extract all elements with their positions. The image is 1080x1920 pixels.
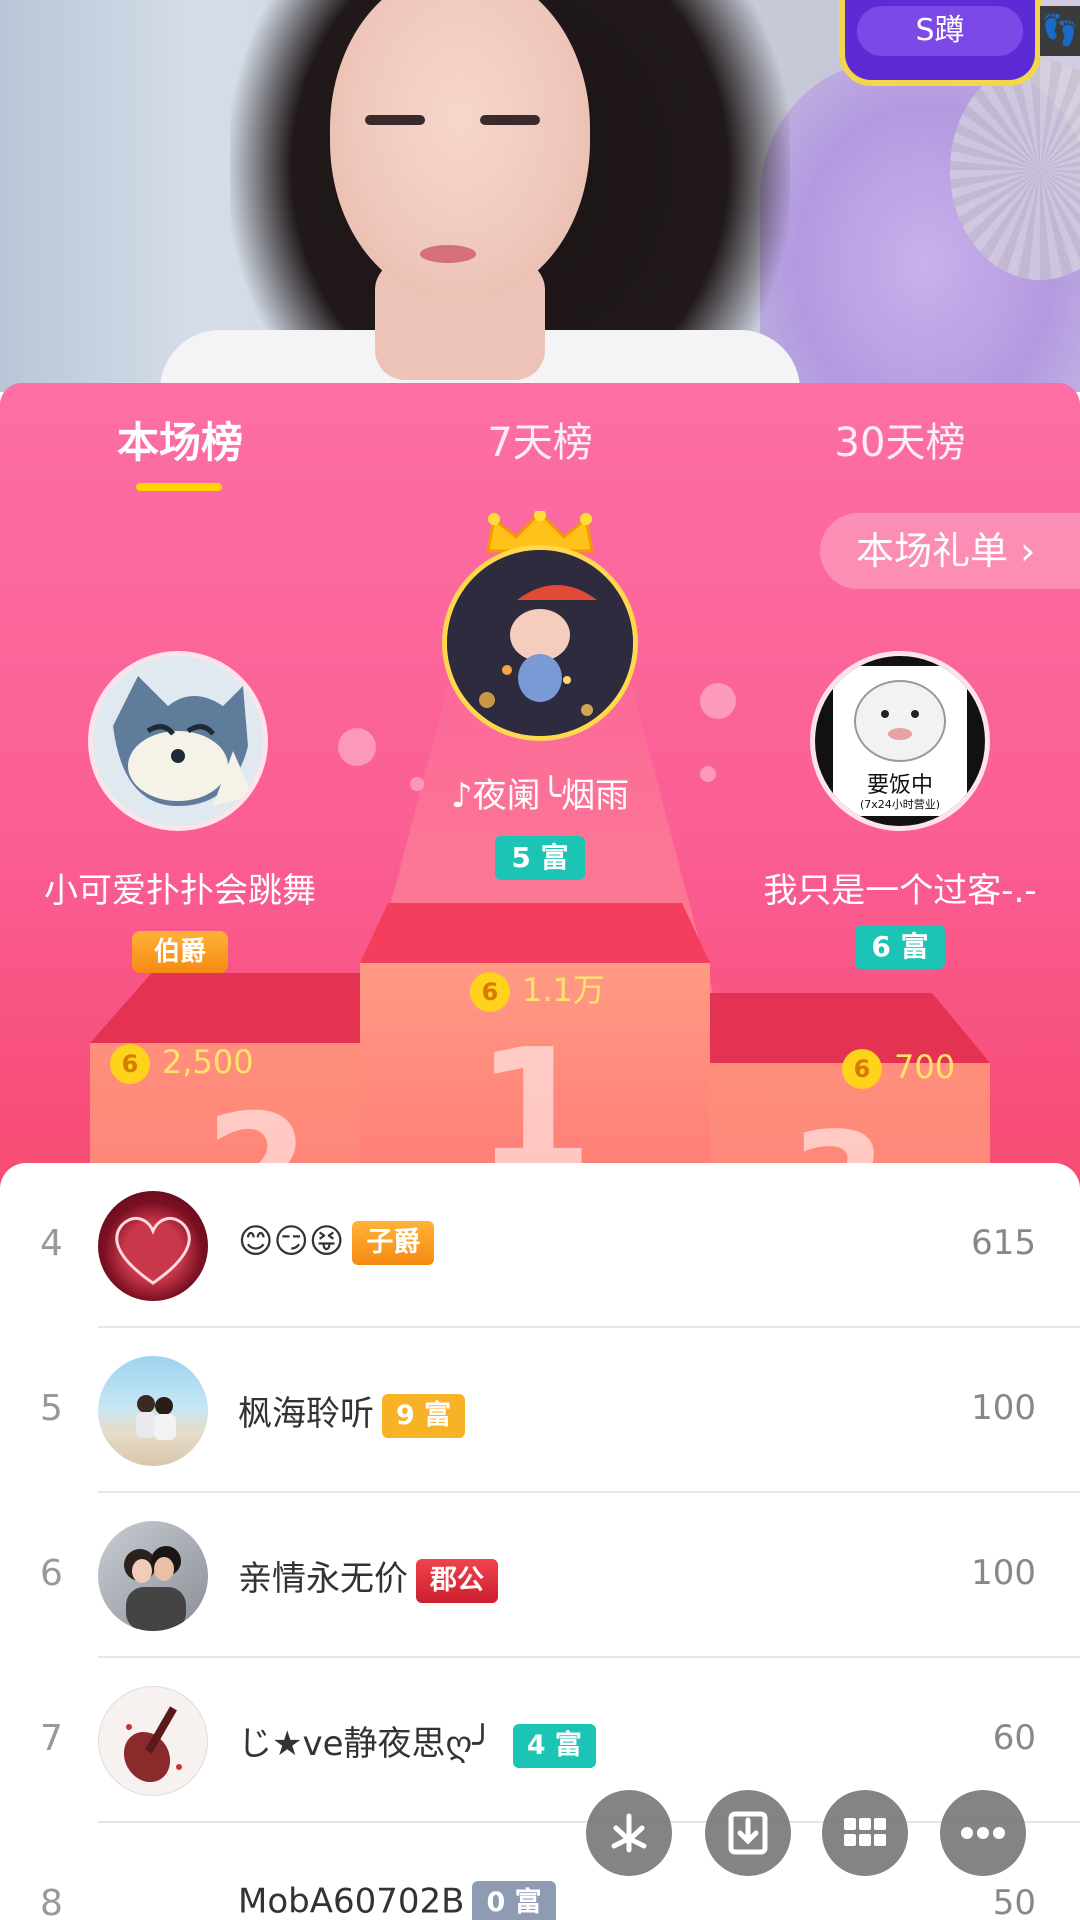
rank-number: 4	[40, 1223, 63, 1264]
contribution-value: 100	[971, 1388, 1036, 1428]
rank-number: 5	[40, 1388, 63, 1429]
user-name-text: 亲情永无价	[238, 1559, 408, 1599]
contribution-value: 60	[992, 1718, 1036, 1758]
podium-second-top	[90, 973, 370, 1043]
coin-icon: 6	[110, 1044, 150, 1084]
user-name: MobA60702B 0 富	[238, 1881, 556, 1920]
tab-7-days[interactable]: 7天榜	[440, 413, 640, 473]
user-name-text: 😊😏😝	[238, 1221, 345, 1262]
list-item[interactable]: 4 😊😏😝 子爵 615	[0, 1163, 1080, 1328]
avatar[interactable]	[98, 1191, 208, 1301]
pipa-instrument-image	[123, 1706, 182, 1783]
ranking-list[interactable]: 4 😊😏😝 子爵 615 5 枫海聆听 9 富 100 6 亲情永无价 郡公 1…	[0, 1163, 1080, 1920]
second-place-name: 小可爱扑扑会跳舞	[44, 871, 316, 911]
avatar[interactable]	[98, 1356, 208, 1466]
eye	[480, 115, 540, 125]
list-item[interactable]: 7 じ★ve静夜思ღ╯ 4 富 60	[0, 1658, 1080, 1823]
download-icon	[728, 1811, 768, 1855]
user-name: 枫海聆听 9 富	[238, 1386, 466, 1438]
wealth-badge: 4 富	[512, 1723, 596, 1768]
second-place-score-value: 2,500	[162, 1043, 254, 1081]
wealth-badge: 9 富	[382, 1393, 466, 1438]
sparkle-button[interactable]	[586, 1790, 672, 1876]
eye	[365, 115, 425, 125]
sparkle	[700, 766, 716, 782]
rank-number: 6	[40, 1553, 63, 1594]
couple-kiss-image	[124, 1546, 186, 1631]
sparkle	[338, 728, 376, 766]
third-place-wealth-badge: 6 富	[855, 925, 945, 969]
activity-badge[interactable]: S蹲	[845, 0, 1035, 80]
tab-current-session[interactable]: 本场榜	[80, 413, 280, 473]
user-name: 😊😏😝 子爵	[238, 1221, 435, 1265]
avatar-text: 要饭中	[867, 773, 933, 798]
download-button[interactable]	[705, 1790, 791, 1876]
pig-umbrella-image	[447, 550, 633, 736]
contribution-value: 50	[992, 1883, 1036, 1920]
avatar-subtext: (7x24小时营业)	[860, 797, 940, 811]
couple-beach-image	[136, 1395, 176, 1440]
coin-icon: 6	[470, 972, 510, 1012]
tab-30-days[interactable]: 30天榜	[800, 413, 1000, 473]
sparkle	[700, 683, 736, 719]
contribution-value: 100	[971, 1553, 1036, 1593]
more-button[interactable]	[940, 1790, 1026, 1876]
coin-icon: 6	[842, 1049, 882, 1089]
noble-badge: 郡公	[416, 1558, 498, 1603]
footprint-icon[interactable]: 👣	[1040, 6, 1080, 56]
third-place-score-value: 700	[894, 1048, 956, 1086]
list-item[interactable]: 6 亲情永无价 郡公 100	[0, 1493, 1080, 1658]
first-place-wealth-badge: 5 富	[495, 836, 585, 880]
first-place-score-value: 1.1万	[522, 971, 605, 1009]
user-name: じ★ve静夜思ღ╯ 4 富	[238, 1716, 596, 1768]
podium-first-top	[360, 903, 710, 963]
activity-badge-label: S蹲	[857, 6, 1023, 56]
rank-number: 7	[40, 1718, 63, 1759]
heart-image	[115, 1216, 191, 1285]
live-video[interactable]: S蹲 👣	[0, 0, 1080, 392]
rank-number: 8	[40, 1883, 63, 1920]
sparkle-icon	[611, 1813, 647, 1853]
cat-cartoon-image	[93, 656, 263, 826]
active-tab-indicator	[136, 483, 222, 491]
apps-button[interactable]	[822, 1790, 908, 1876]
wealth-badge: 0 富	[472, 1881, 556, 1920]
noble-badge: 子爵	[352, 1221, 435, 1265]
first-place-name: ♪夜阑╰烟雨	[450, 776, 630, 816]
second-place-score: 6 2,500	[110, 1043, 254, 1084]
first-place-score: 6 1.1万	[470, 965, 605, 1012]
more-icon	[961, 1827, 1005, 1839]
second-place-avatar[interactable]	[88, 651, 268, 831]
third-place-avatar[interactable]: 要饭中 (7x24小时营业)	[810, 651, 990, 831]
third-place-score: 6 700	[842, 1048, 955, 1089]
list-item[interactable]: 5 枫海聆听 9 富 100	[0, 1328, 1080, 1493]
second-place-noble-badge: 伯爵	[132, 931, 228, 973]
grid-icon	[844, 1818, 886, 1846]
third-place-name: 我只是一个过客-.-	[763, 871, 1037, 911]
user-name-text: じ★ve静夜思ღ╯	[238, 1724, 493, 1764]
first-place-avatar[interactable]	[442, 545, 638, 741]
lips	[420, 245, 476, 263]
user-name-text: 枫海聆听	[238, 1394, 374, 1434]
user-name: 亲情永无价 郡公	[238, 1551, 498, 1603]
user-name-text: MobA60702B	[238, 1881, 465, 1920]
gift-list-button[interactable]: 本场礼单 ›	[820, 513, 1080, 589]
avatar[interactable]	[98, 1521, 208, 1631]
list-item[interactable]: 8 MobA60702B 0 富 50	[0, 1823, 1080, 1920]
hamster-meme-image: 要饭中 (7x24小时营业)	[815, 656, 985, 826]
avatar[interactable]	[98, 1686, 208, 1796]
contribution-value: 615	[971, 1223, 1036, 1263]
ranking-tabs: 本场榜 7天榜 30天榜	[0, 383, 1080, 513]
